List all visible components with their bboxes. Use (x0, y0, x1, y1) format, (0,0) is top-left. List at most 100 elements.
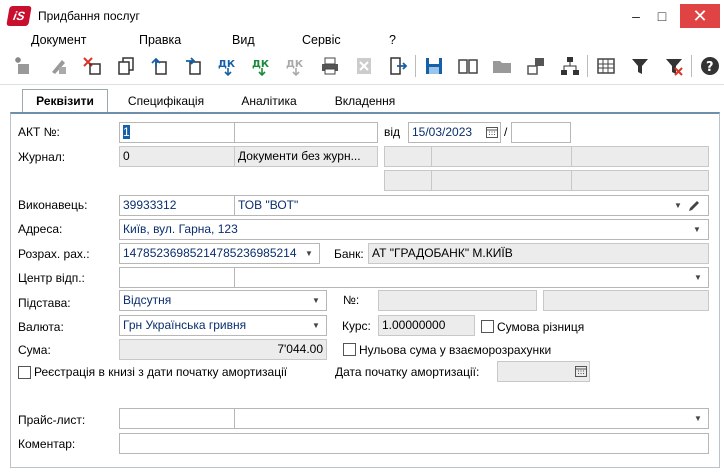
chevron-down-icon[interactable]: ▼ (690, 220, 704, 239)
basis-label: Підстава: (18, 296, 71, 310)
comment-label: Коментар: (18, 437, 76, 451)
responsibility-center-code-input[interactable] (119, 267, 235, 288)
move-down-icon[interactable] (181, 53, 207, 79)
menu-view[interactable]: Вид (232, 33, 255, 47)
chevron-down-icon[interactable]: ▼ (302, 244, 316, 263)
currency-select[interactable]: Грн Українська гривня ▼ (119, 315, 327, 336)
save-icon[interactable] (421, 53, 447, 79)
svg-text:ДК: ДК (252, 59, 270, 70)
help-icon[interactable]: ? (697, 53, 723, 79)
journal-extra-field (384, 170, 432, 191)
date-extra-input[interactable] (511, 122, 571, 143)
move-up-icon[interactable] (147, 53, 173, 79)
register-from-amortization-label: Реєстрація в книзі з дати початку аморти… (34, 365, 288, 379)
edit-icon[interactable] (45, 53, 71, 79)
executor-code-input[interactable]: 39933312 (119, 195, 235, 216)
journal-extra-field (571, 170, 709, 191)
chevron-down-icon[interactable]: ▼ (691, 409, 705, 428)
filter-clear-icon[interactable] (661, 53, 687, 79)
toolbar-separator (415, 55, 416, 77)
table-icon[interactable] (593, 53, 619, 79)
journal-code-field[interactable]: 0 (119, 146, 235, 167)
account-select[interactable]: 14785236985214785236985214 ▼ (119, 243, 320, 264)
tab-requisites[interactable]: Реквізити (22, 89, 108, 113)
tab-attachments[interactable]: Вкладення (318, 90, 412, 112)
journal-extra-field (384, 146, 432, 167)
print-icon[interactable] (317, 53, 343, 79)
toolbar-separator (691, 55, 692, 77)
basis-number-field (378, 290, 537, 311)
chevron-down-icon[interactable]: ▼ (671, 196, 685, 215)
act-number-label: АКТ №: (18, 125, 60, 139)
tab-specification[interactable]: Специфікація (112, 90, 220, 112)
zero-sum-label: Нульова сума у взаєморозрахунки (359, 343, 552, 357)
toolbar-separator (587, 55, 588, 77)
price-list-label: Прайс-лист: (18, 413, 86, 427)
journal-label: Журнал: (18, 150, 66, 164)
price-list-name-input[interactable]: ▼ (234, 408, 709, 429)
date-input[interactable]: 15/03/2023 (408, 122, 501, 143)
menu-service[interactable]: Сервіс (302, 33, 341, 47)
act-number-input[interactable]: 1 (119, 122, 235, 143)
rate-field: 1.00000000 (378, 315, 475, 336)
act-number-suffix-input[interactable] (234, 122, 378, 143)
tab-analytics[interactable]: Аналітика (224, 90, 314, 112)
responsibility-center-label: Центр відп.: (18, 271, 85, 285)
amortization-date-label: Дата початку амортизації: (335, 365, 480, 379)
register-from-amortization-checkbox[interactable] (18, 366, 31, 379)
chevron-down-icon[interactable]: ▼ (691, 268, 705, 287)
menu-edit[interactable]: Правка (139, 33, 181, 47)
menu-document[interactable]: Документ (31, 33, 86, 47)
executor-name-input[interactable]: ТОВ "ВОТ" ▼ (234, 195, 709, 216)
filter-icon[interactable] (627, 53, 653, 79)
menu-bar: Документ Правка Вид Сервіс ? (0, 31, 724, 49)
journal-extra-field (431, 170, 572, 191)
book-icon[interactable] (455, 53, 481, 79)
sum-difference-label: Сумова різниця (497, 320, 585, 334)
responsibility-center-name-input[interactable]: ▼ (234, 267, 709, 288)
copy-icon[interactable] (113, 53, 139, 79)
chevron-down-icon[interactable]: ▼ (309, 291, 323, 310)
app-logo: iS (6, 6, 32, 26)
bank-label: Банк: (334, 247, 364, 261)
excel-icon[interactable] (351, 53, 377, 79)
folder-icon[interactable] (489, 53, 515, 79)
basis-select[interactable]: Відсутня ▼ (119, 290, 327, 311)
comment-input[interactable] (119, 433, 709, 454)
journal-extra-field (431, 146, 572, 167)
journal-name-field[interactable]: Документи без журн... (234, 146, 378, 167)
minimize-button[interactable]: – (626, 6, 646, 26)
debit-credit-green-icon[interactable]: ДК (249, 53, 275, 79)
sum-label: Сума: (18, 343, 51, 357)
address-input[interactable]: Київ, вул. Гарна, 123 ▼ (119, 219, 709, 240)
window-title: Придбання послуг (38, 9, 140, 23)
account-label: Розрах. рах.: (18, 247, 90, 261)
debit-credit-gray-icon[interactable]: ДК (283, 53, 309, 79)
executor-label: Виконавець: (18, 198, 88, 212)
currency-label: Валюта: (18, 320, 64, 334)
linked-docs-icon[interactable] (523, 53, 549, 79)
journal-extra-field (571, 146, 709, 167)
menu-help[interactable]: ? (389, 33, 396, 47)
zero-sum-checkbox[interactable] (343, 343, 356, 356)
pencil-icon[interactable] (688, 199, 701, 212)
maximize-button[interactable]: □ (652, 6, 672, 26)
svg-text:?: ? (706, 60, 714, 75)
hierarchy-icon[interactable] (557, 53, 583, 79)
create-icon[interactable] (10, 53, 36, 79)
toolbar: ДК ДК ДК ? (0, 49, 724, 85)
chevron-down-icon[interactable]: ▼ (309, 316, 323, 335)
title-bar: iS Придбання послуг – □ ✕ (0, 0, 724, 31)
number-label: №: (343, 293, 360, 307)
calendar-icon[interactable] (575, 365, 587, 377)
basis-date-field (543, 290, 709, 311)
svg-text:ДК: ДК (218, 59, 236, 70)
sum-difference-checkbox[interactable] (481, 320, 494, 333)
price-list-code-input[interactable] (119, 408, 235, 429)
address-label: Адреса: (18, 222, 63, 236)
debit-credit-icon[interactable]: ДК (215, 53, 241, 79)
delete-icon[interactable] (79, 53, 105, 79)
close-button[interactable]: ✕ (680, 4, 720, 28)
calendar-icon[interactable] (486, 126, 498, 138)
exit-icon[interactable] (385, 53, 411, 79)
